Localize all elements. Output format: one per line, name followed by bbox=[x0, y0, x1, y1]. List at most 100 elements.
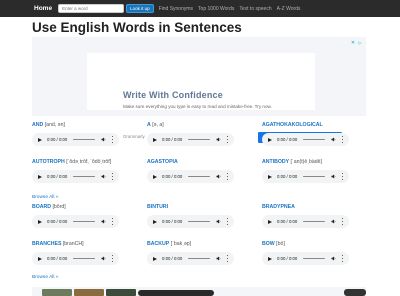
audio-progress-bar[interactable] bbox=[188, 220, 211, 223]
audio-time: 0:00 / 0:00 bbox=[162, 256, 183, 261]
ad-banner[interactable]: ✕ ▷ Write With Confidence Make sure ever… bbox=[32, 37, 366, 143]
audio-progress-bar[interactable] bbox=[73, 220, 96, 223]
more-options-icon[interactable] bbox=[342, 173, 344, 180]
play-icon[interactable] bbox=[268, 174, 272, 179]
look-up-button[interactable]: Look it up bbox=[126, 4, 154, 13]
play-icon[interactable] bbox=[268, 137, 272, 142]
audio-player[interactable]: 0:00 / 0:00 bbox=[32, 133, 119, 146]
audio-progress-bar[interactable] bbox=[73, 175, 96, 178]
audio-progress-bar[interactable] bbox=[73, 257, 96, 260]
word-link[interactable]: BINTURI bbox=[147, 204, 168, 210]
more-options-icon[interactable] bbox=[342, 136, 344, 143]
word-entry-label: BINTURI bbox=[147, 204, 168, 210]
ad-thumbnail[interactable] bbox=[74, 289, 104, 296]
audio-time: 0:00 / 0:00 bbox=[47, 137, 68, 142]
audio-player[interactable]: 0:00 / 0:00 bbox=[32, 215, 119, 228]
volume-icon[interactable] bbox=[331, 256, 336, 261]
audio-player[interactable]: 0:00 / 0:00 bbox=[262, 252, 349, 265]
word-link[interactable]: ANTIBODY bbox=[262, 159, 289, 165]
audio-player[interactable]: 0:00 / 0:00 bbox=[262, 133, 349, 146]
volume-icon[interactable] bbox=[101, 219, 106, 224]
audio-player[interactable]: 0:00 / 0:00 bbox=[262, 215, 349, 228]
word-link[interactable]: AUTOTROPH bbox=[32, 159, 65, 165]
ad-close-icon[interactable]: ✕ bbox=[350, 40, 356, 46]
nav-link-find-synonyms[interactable]: Find Synonyms bbox=[159, 6, 193, 12]
volume-icon[interactable] bbox=[216, 256, 221, 261]
audio-progress-bar[interactable] bbox=[303, 220, 326, 223]
browse-all-link[interactable]: Browse All » bbox=[32, 195, 58, 200]
audio-time: 0:00 / 0:00 bbox=[47, 256, 68, 261]
word-link[interactable]: AGATHOKAKOLOGICAL bbox=[262, 122, 323, 128]
more-options-icon[interactable] bbox=[112, 255, 114, 262]
audio-progress-bar[interactable] bbox=[188, 138, 211, 141]
ad-thumbnail[interactable] bbox=[42, 289, 72, 296]
play-icon[interactable] bbox=[153, 174, 157, 179]
nav-home-link[interactable]: Home bbox=[34, 5, 52, 12]
play-icon[interactable] bbox=[153, 219, 157, 224]
more-options-icon[interactable] bbox=[342, 255, 344, 262]
audio-progress-bar[interactable] bbox=[303, 175, 326, 178]
nav-link-text-to-speech[interactable]: Text to speech bbox=[239, 6, 271, 12]
word-link[interactable]: BOARD bbox=[32, 204, 51, 210]
audio-progress-bar[interactable] bbox=[188, 175, 211, 178]
ad-card[interactable] bbox=[87, 53, 315, 110]
more-options-icon[interactable] bbox=[112, 136, 114, 143]
audio-player[interactable]: 0:00 / 0:00 bbox=[147, 215, 234, 228]
more-options-icon[interactable] bbox=[112, 173, 114, 180]
word-link[interactable]: AND bbox=[32, 122, 43, 128]
audio-progress-bar[interactable] bbox=[188, 257, 211, 260]
ad-choices-icon[interactable]: ▷ bbox=[357, 40, 363, 46]
ad-thumbnail[interactable] bbox=[106, 289, 136, 296]
audio-player[interactable]: 0:00 / 0:00 bbox=[147, 170, 234, 183]
more-options-icon[interactable] bbox=[227, 173, 229, 180]
search-input[interactable] bbox=[58, 4, 125, 13]
audio-progress-bar[interactable] bbox=[73, 138, 96, 141]
word-link[interactable]: BOW bbox=[262, 241, 275, 247]
word-link[interactable]: BACKUP bbox=[147, 241, 169, 247]
volume-icon[interactable] bbox=[331, 219, 336, 224]
audio-player[interactable]: 0:00 / 0:00 bbox=[262, 170, 349, 183]
ad-carousel-controls[interactable] bbox=[138, 290, 214, 296]
audio-player[interactable]: 0:00 / 0:00 bbox=[147, 252, 234, 265]
audio-progress-bar[interactable] bbox=[303, 257, 326, 260]
audio-progress-bar[interactable] bbox=[303, 138, 326, 141]
audio-player[interactable]: 0:00 / 0:00 bbox=[32, 252, 119, 265]
word-link[interactable]: AGASTOPIA bbox=[147, 159, 178, 165]
volume-icon[interactable] bbox=[101, 256, 106, 261]
word-entry-label: BOW [bō] bbox=[262, 241, 285, 247]
nav-link-az-words[interactable]: A-Z Words bbox=[277, 6, 301, 12]
play-icon[interactable] bbox=[38, 256, 42, 261]
play-icon[interactable] bbox=[153, 256, 157, 261]
nav-link-top-words[interactable]: Top 1000 Words bbox=[198, 6, 234, 12]
audio-player[interactable]: 0:00 / 0:00 bbox=[32, 170, 119, 183]
ad-download-button[interactable] bbox=[344, 289, 366, 296]
volume-icon[interactable] bbox=[216, 174, 221, 179]
word-link[interactable]: A bbox=[147, 122, 151, 128]
word-entry-label: A [ə, a] bbox=[147, 122, 164, 128]
ad-headline[interactable]: Write With Confidence bbox=[123, 90, 223, 100]
volume-icon[interactable] bbox=[101, 174, 106, 179]
play-icon[interactable] bbox=[38, 219, 42, 224]
audio-time: 0:00 / 0:00 bbox=[277, 174, 298, 179]
word-link[interactable]: BRANCHES bbox=[32, 241, 61, 247]
bottom-ad-strip[interactable] bbox=[32, 287, 366, 296]
more-options-icon[interactable] bbox=[227, 255, 229, 262]
audio-player[interactable]: 0:00 / 0:00 bbox=[147, 133, 234, 146]
volume-icon[interactable] bbox=[216, 137, 221, 142]
word-link[interactable]: BRADYPNEA bbox=[262, 204, 295, 210]
play-icon[interactable] bbox=[268, 219, 272, 224]
more-options-icon[interactable] bbox=[112, 218, 114, 225]
volume-icon[interactable] bbox=[331, 137, 336, 142]
volume-icon[interactable] bbox=[331, 174, 336, 179]
audio-time: 0:00 / 0:00 bbox=[162, 174, 183, 179]
play-icon[interactable] bbox=[268, 256, 272, 261]
volume-icon[interactable] bbox=[216, 219, 221, 224]
more-options-icon[interactable] bbox=[342, 218, 344, 225]
play-icon[interactable] bbox=[153, 137, 157, 142]
more-options-icon[interactable] bbox=[227, 218, 229, 225]
volume-icon[interactable] bbox=[101, 137, 106, 142]
play-icon[interactable] bbox=[38, 137, 42, 142]
more-options-icon[interactable] bbox=[227, 136, 229, 143]
browse-all-link[interactable]: Browse All » bbox=[32, 275, 58, 280]
play-icon[interactable] bbox=[38, 174, 42, 179]
